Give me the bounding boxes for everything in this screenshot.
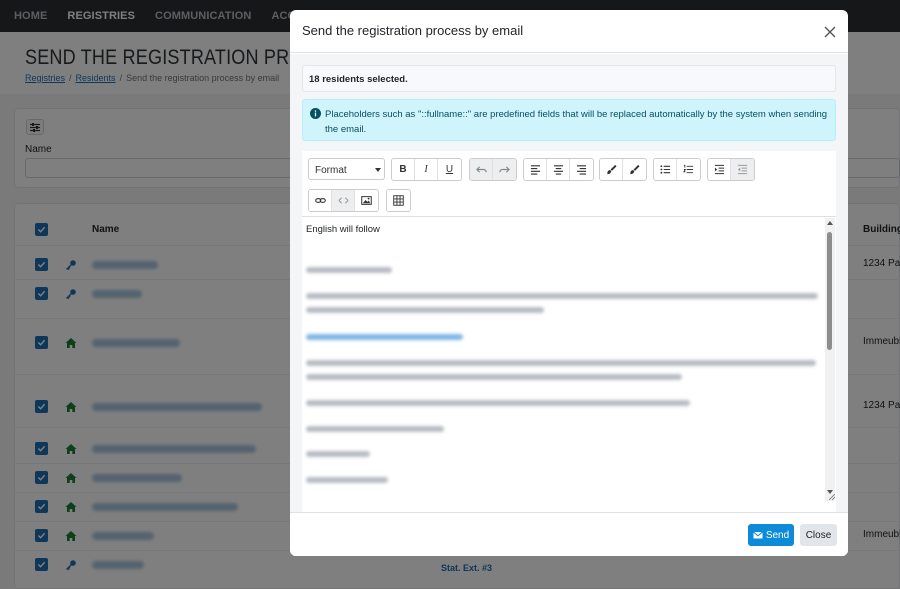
insert-table-button[interactable] xyxy=(387,190,410,211)
eraser-brush-icon xyxy=(630,164,640,175)
close-button[interactable]: Close xyxy=(800,524,837,546)
undo-icon xyxy=(475,166,487,173)
scroll-thumb[interactable] xyxy=(827,232,832,350)
close-icon[interactable] xyxy=(823,25,837,39)
align-left-icon xyxy=(530,165,540,175)
insert-link-button[interactable] xyxy=(309,190,332,211)
format-dropdown-label: Format xyxy=(315,165,347,176)
link-icon xyxy=(314,198,326,203)
blurred-text xyxy=(306,426,444,432)
blurred-text xyxy=(306,477,388,483)
brush-icon xyxy=(606,164,617,175)
redo-icon xyxy=(499,166,510,173)
insert-group xyxy=(308,189,379,212)
underline-button[interactable]: U xyxy=(438,159,461,180)
selection-summary: 18 residents selected. xyxy=(302,65,836,92)
history-group xyxy=(469,158,517,181)
table-icon xyxy=(393,195,404,206)
send-registration-modal: Send the registration process by email 1… xyxy=(290,10,848,556)
unlink-icon xyxy=(338,197,348,204)
format-painter-group xyxy=(599,158,647,181)
indent-group xyxy=(707,158,755,181)
format-dropdown[interactable]: Format xyxy=(308,158,385,180)
bold-button[interactable]: B xyxy=(392,159,415,180)
outdent-button[interactable] xyxy=(731,159,754,180)
blurred-text xyxy=(306,374,682,380)
list-group xyxy=(653,158,701,181)
italic-button[interactable]: I xyxy=(415,159,438,180)
bullet-list-icon xyxy=(659,165,670,174)
send-button-label: Send xyxy=(765,529,790,541)
envelope-icon xyxy=(752,531,763,539)
unlink-button[interactable] xyxy=(332,190,355,211)
numbered-list-icon xyxy=(683,164,694,174)
editor-scrollbar[interactable] xyxy=(825,218,835,501)
blurred-text xyxy=(306,451,370,457)
image-icon xyxy=(361,196,372,205)
numbered-list-button[interactable] xyxy=(677,159,700,180)
align-right-icon xyxy=(576,165,587,175)
modal-footer: Send Close xyxy=(290,512,848,556)
insert-image-button[interactable] xyxy=(355,190,378,211)
bullet-list-button[interactable] xyxy=(654,159,677,180)
selected-count-text: 18 residents selected. xyxy=(309,74,408,85)
indent-icon xyxy=(714,164,724,175)
blurred-link xyxy=(306,334,463,340)
table-group xyxy=(386,189,411,212)
blurred-text xyxy=(306,293,818,299)
undo-button[interactable] xyxy=(470,159,493,180)
editor-content-area[interactable]: English will follow xyxy=(302,218,836,501)
blurred-text xyxy=(306,360,816,366)
chevron-down-icon xyxy=(375,168,381,172)
info-alert: Placeholders such as "::fullname::" are … xyxy=(302,99,836,141)
outdent-icon xyxy=(737,164,748,175)
blurred-text xyxy=(306,400,690,406)
modal-body: 18 residents selected. Placeholders such… xyxy=(290,54,848,512)
scroll-up-icon[interactable] xyxy=(827,221,833,225)
editor-toolbar: Format B I U xyxy=(302,151,836,217)
info-text: Placeholders such as "::fullname::" are … xyxy=(325,109,828,135)
indent-button[interactable] xyxy=(708,159,731,180)
info-icon xyxy=(310,108,321,119)
align-left-button[interactable] xyxy=(524,159,547,180)
redo-button[interactable] xyxy=(493,159,516,180)
blurred-text xyxy=(306,267,392,273)
editor-first-line: English will follow xyxy=(306,224,380,235)
send-button[interactable]: Send xyxy=(748,524,794,546)
modal-header: Send the registration process by email xyxy=(290,10,848,53)
align-center-button[interactable] xyxy=(547,159,570,180)
align-center-icon xyxy=(553,165,563,175)
modal-title: Send the registration process by email xyxy=(302,23,524,38)
text-style-group: B I U xyxy=(391,158,462,181)
align-right-button[interactable] xyxy=(570,159,593,180)
blurred-text xyxy=(306,307,544,313)
alignment-group xyxy=(523,158,594,181)
clear-format-button[interactable] xyxy=(623,159,646,180)
paint-format-button[interactable] xyxy=(600,159,623,180)
rich-text-editor: Format B I U English will follow xyxy=(302,151,836,512)
resize-grip-icon[interactable] xyxy=(829,494,835,500)
